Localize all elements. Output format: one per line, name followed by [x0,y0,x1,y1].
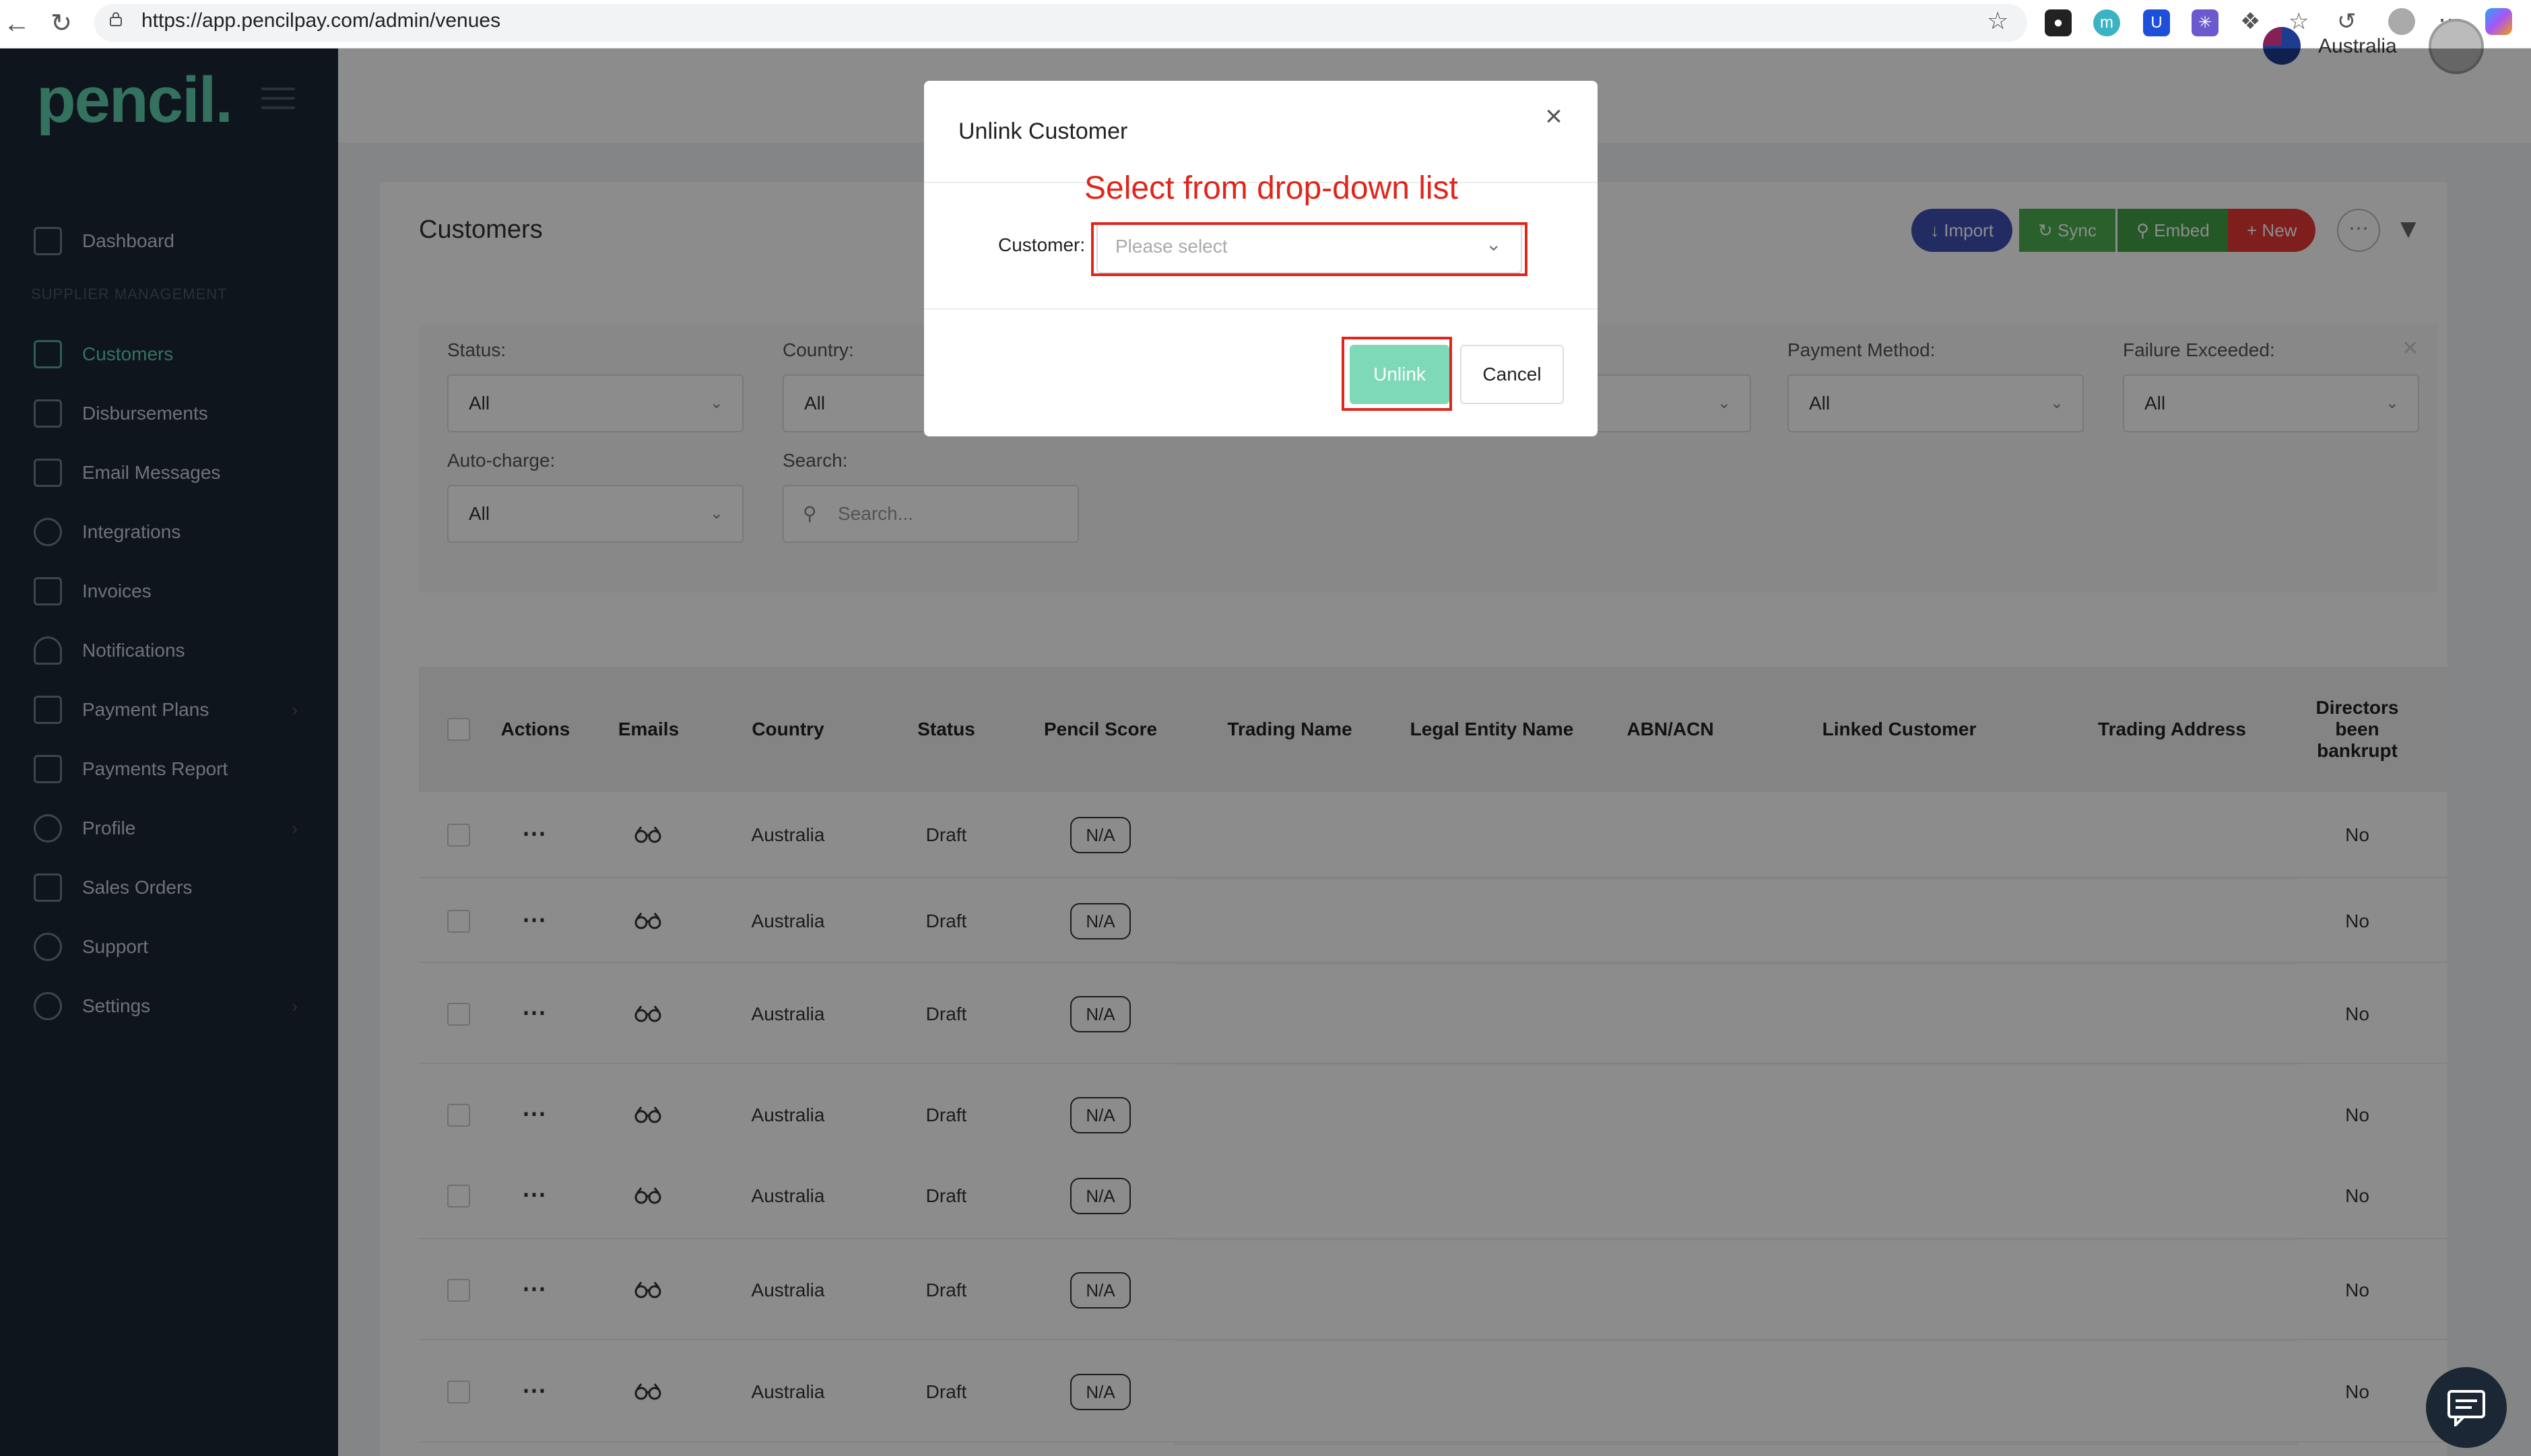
customer-field-label: Customer: [998,234,1086,255]
annotation-highlight-box [1091,222,1527,276]
chat-icon [2447,1390,2485,1426]
reload-icon[interactable]: ↻ [44,7,78,40]
close-icon[interactable]: × [1537,100,1571,133]
back-icon[interactable]: ← [0,7,34,40]
extension-icon[interactable]: m [2093,9,2120,36]
browser-toolbar: ← ↻ https://app.pencilpay.com/admin/venu… [0,0,2531,48]
puzzle-icon[interactable]: ❖ [2240,8,2260,35]
url-text[interactable]: https://app.pencilpay.com/admin/venues [141,9,500,32]
dialog-title: Unlink Customer [958,119,1128,144]
extension-icon[interactable]: U [2143,9,2170,36]
chat-button[interactable] [2426,1367,2507,1448]
annotation-text: Select from drop-down list [1084,170,1458,206]
extension-icon[interactable]: ● [2045,9,2072,36]
lock-icon [110,12,122,26]
cancel-button[interactable]: Cancel [1460,345,1564,404]
extension-icon[interactable]: ✳ [2192,9,2218,36]
annotation-highlight-box [1342,337,1452,411]
history-icon[interactable]: ↺ [2337,8,2357,35]
copilot-icon[interactable] [2485,8,2512,35]
divider [924,308,1598,310]
profile-icon[interactable] [2388,8,2415,35]
bookmark-star-icon[interactable]: ☆ [1987,7,2008,35]
